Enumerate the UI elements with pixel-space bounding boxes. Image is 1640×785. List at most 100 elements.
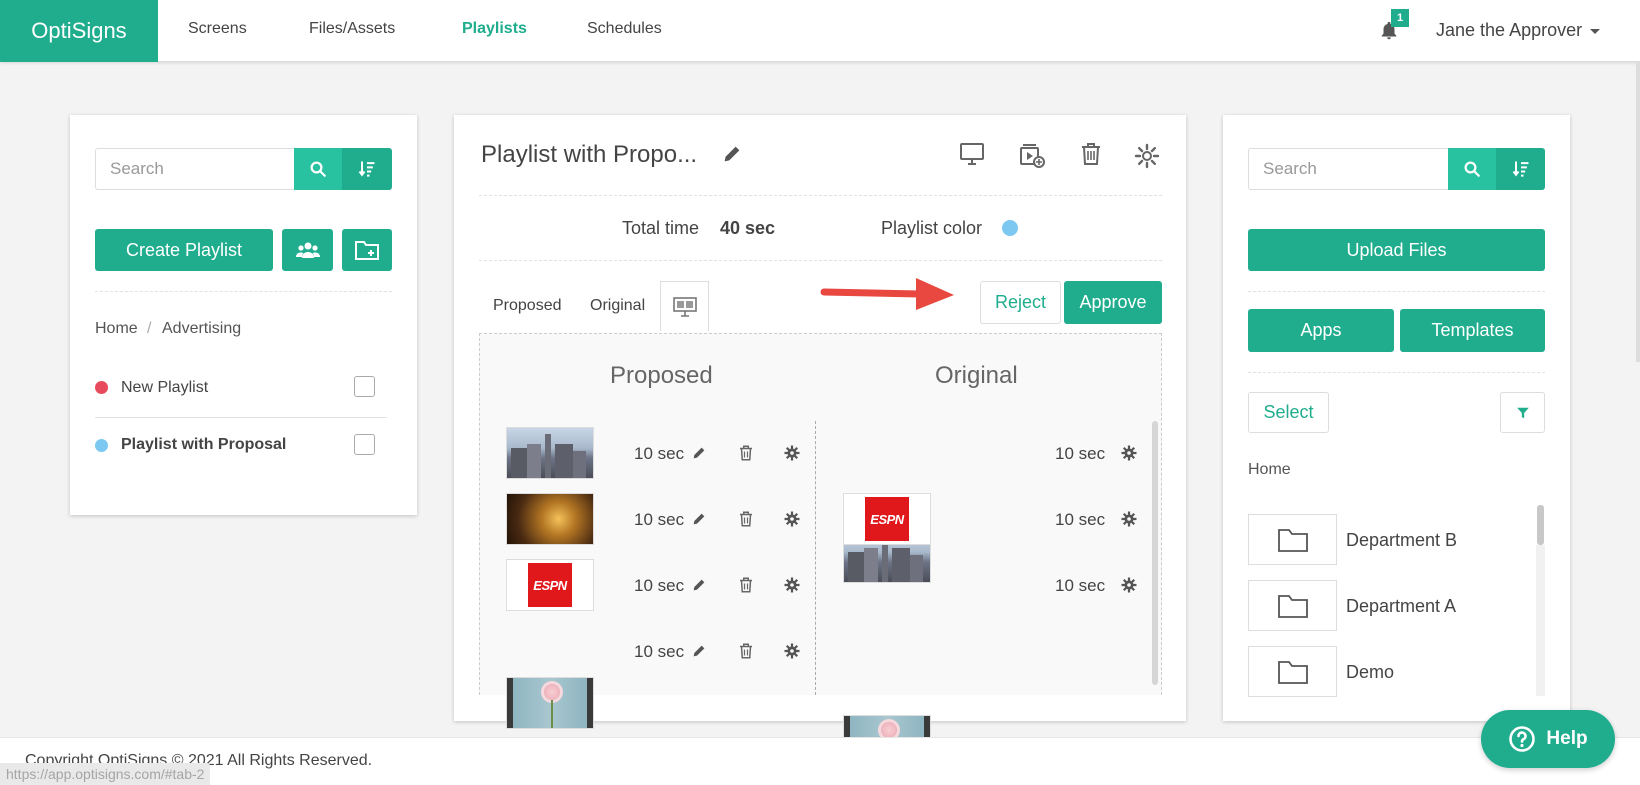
folder-icon	[1277, 660, 1308, 684]
approve-button[interactable]: Approve	[1064, 281, 1162, 324]
playlist-search-input[interactable]	[95, 148, 295, 190]
pencil-icon[interactable]	[691, 511, 707, 527]
folder-thumb[interactable]	[1248, 646, 1337, 697]
pencil-icon[interactable]	[691, 577, 707, 593]
new-folder-button[interactable]	[342, 229, 392, 271]
gear-icon[interactable]	[783, 642, 801, 660]
tab-original[interactable]: Original	[590, 297, 645, 315]
create-playlist-button[interactable]: Create Playlist	[95, 229, 273, 271]
item-duration: 10 sec	[634, 510, 685, 529]
assets-scrollbar[interactable]	[1537, 505, 1544, 545]
compare-scrollbar[interactable]	[1152, 421, 1158, 685]
push-to-screen-icon[interactable]	[1018, 142, 1046, 170]
user-name: Jane the Approver	[1436, 20, 1583, 40]
breadcrumb-separator: /	[147, 320, 152, 337]
divider	[95, 291, 392, 292]
item-duration: 10 sec	[1055, 510, 1106, 529]
filter-icon	[1516, 407, 1529, 418]
playlist-item-playlist-with-proposal[interactable]: Playlist with Proposal	[121, 436, 286, 454]
item-duration: 10 sec	[634, 576, 685, 595]
sort-button[interactable]	[342, 148, 392, 190]
top-navbar: OptiSigns Screens Files/Assets Playlists…	[0, 0, 1640, 62]
select-button[interactable]: Select	[1248, 392, 1329, 433]
folder-name[interactable]: Department A	[1346, 596, 1456, 617]
trash-icon[interactable]	[1077, 140, 1105, 168]
playlist-item-new-playlist[interactable]: New Playlist	[121, 379, 208, 397]
thumbnail-flower[interactable]	[506, 677, 594, 729]
filter-button[interactable]	[1500, 392, 1545, 433]
trash-icon[interactable]	[737, 576, 755, 594]
proposed-column-title: Proposed	[610, 362, 713, 389]
assets-breadcrumb-home[interactable]: Home	[1248, 461, 1291, 479]
playlist-color-label: Playlist color	[881, 218, 983, 238]
compare-screens-icon	[672, 296, 697, 317]
asset-search-input[interactable]	[1248, 148, 1449, 190]
original-column-title: Original	[935, 362, 1018, 389]
gear-icon[interactable]	[1120, 444, 1138, 462]
divider	[1248, 291, 1545, 292]
espn-logo: ESPN	[865, 497, 909, 541]
nav-playlists[interactable]: Playlists	[462, 20, 527, 38]
playlist-color-swatch[interactable]	[1002, 220, 1018, 236]
divider	[1248, 372, 1545, 373]
trash-icon[interactable]	[737, 642, 755, 660]
gear-icon[interactable]	[783, 576, 801, 594]
trash-icon[interactable]	[737, 444, 755, 462]
pencil-icon[interactable]	[691, 445, 707, 461]
breadcrumb-home[interactable]: Home	[95, 320, 138, 338]
monitor-icon[interactable]	[958, 140, 986, 168]
column-divider	[815, 421, 816, 695]
folder-thumb[interactable]	[1248, 580, 1337, 631]
pencil-icon[interactable]	[691, 643, 707, 659]
page-scrollbar[interactable]	[1636, 62, 1640, 362]
apps-button[interactable]: Apps	[1248, 309, 1394, 352]
user-menu[interactable]: Jane the Approver	[1436, 20, 1601, 41]
total-time-value: 40 sec	[720, 218, 776, 238]
folder-icon	[1277, 528, 1308, 552]
assets-scrollbar-track	[1536, 545, 1545, 696]
nav-files-assets[interactable]: Files/Assets	[309, 20, 395, 38]
playlist-checkbox[interactable]	[354, 376, 375, 397]
help-button[interactable]: Help	[1481, 710, 1615, 768]
tab-proposed[interactable]: Proposed	[493, 297, 562, 315]
folder-name[interactable]: Department B	[1346, 530, 1457, 551]
chevron-down-icon	[1590, 28, 1601, 34]
total-time-label: Total time	[622, 218, 700, 238]
trash-icon[interactable]	[737, 510, 755, 528]
search-button[interactable]	[294, 148, 342, 190]
gear-icon[interactable]	[783, 444, 801, 462]
search-button[interactable]	[1448, 148, 1496, 190]
gear-icon[interactable]	[1120, 510, 1138, 528]
divider	[479, 195, 1162, 196]
thumbnail-bar[interactable]	[506, 493, 594, 545]
help-label: Help	[1546, 728, 1588, 749]
folder-name[interactable]: Demo	[1346, 662, 1394, 683]
arrow-annotation-icon	[820, 278, 954, 310]
folder-thumb[interactable]	[1248, 514, 1337, 565]
brand-logo[interactable]: OptiSigns	[0, 0, 158, 62]
nav-schedules[interactable]: Schedules	[587, 20, 662, 38]
tab-compare[interactable]	[660, 281, 709, 331]
thumbnail-city[interactable]	[506, 427, 594, 479]
users-icon	[295, 242, 320, 258]
gear-icon[interactable]	[1120, 576, 1138, 594]
thumbnail-espn[interactable]: ESPN	[506, 559, 594, 611]
reject-button[interactable]: Reject	[980, 281, 1061, 324]
nav-screens[interactable]: Screens	[188, 20, 247, 38]
sort-button[interactable]	[1496, 148, 1545, 190]
upload-files-button[interactable]: Upload Files	[1248, 229, 1545, 271]
playlist-title: Playlist with Propo...	[481, 141, 698, 168]
breadcrumb-advertising[interactable]: Advertising	[162, 320, 241, 338]
templates-button[interactable]: Templates	[1400, 309, 1545, 352]
playlist-checkbox[interactable]	[354, 434, 375, 455]
gear-icon[interactable]	[1133, 142, 1161, 170]
gear-icon[interactable]	[783, 510, 801, 528]
share-button[interactable]	[282, 229, 333, 271]
sort-icon	[358, 161, 375, 177]
browser-status-url: https://app.optisigns.com/#tab-2	[0, 763, 211, 785]
espn-logo: ESPN	[528, 563, 572, 607]
help-icon	[1509, 726, 1536, 752]
pencil-icon[interactable]	[721, 143, 743, 165]
item-duration: 10 sec	[634, 444, 685, 463]
thumbnail-espn[interactable]: ESPN	[843, 493, 931, 545]
